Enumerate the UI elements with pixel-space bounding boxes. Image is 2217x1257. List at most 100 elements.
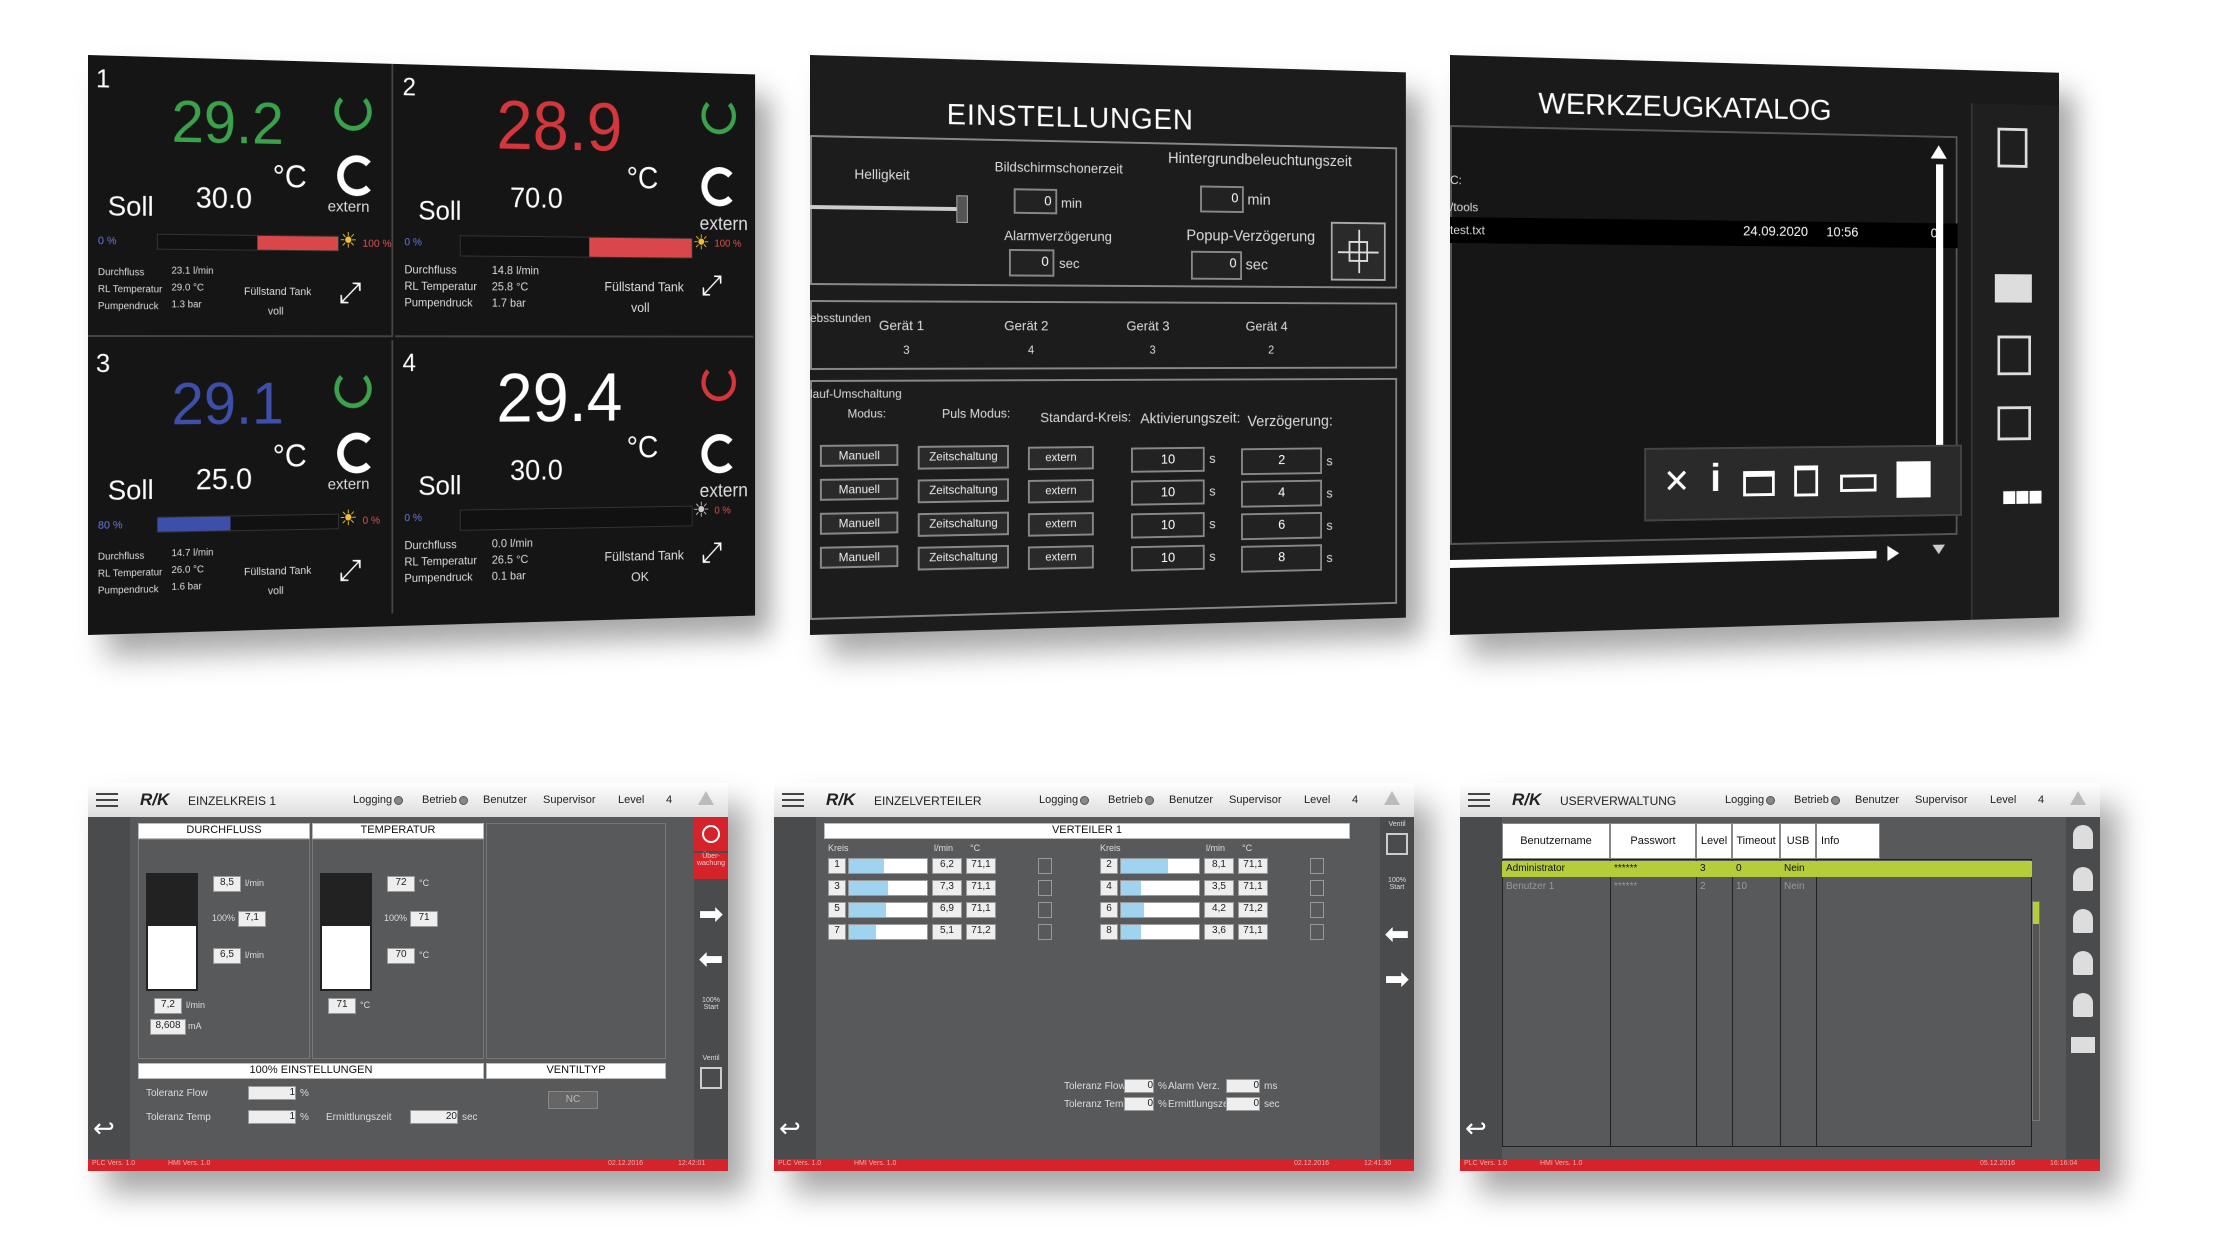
back-arrow-icon[interactable]: ⬅ [694, 942, 728, 977]
back-arrow-icon[interactable]: ↩ [1465, 1113, 1487, 1144]
table-row[interactable] [1502, 861, 2032, 877]
back-arrow-icon[interactable]: ⬅ [1380, 917, 1414, 952]
temp-mid-value[interactable]: 71 [410, 911, 438, 927]
standard-select[interactable]: extern [1027, 545, 1094, 570]
tol-temp-input[interactable]: 1 [248, 1110, 296, 1124]
file-item-selected[interactable] [1450, 217, 1958, 249]
standard-select[interactable]: extern [1027, 446, 1094, 471]
circulation-icon[interactable] [701, 433, 738, 474]
save-icon[interactable] [1896, 461, 1931, 498]
verz-input[interactable]: 4 [1241, 479, 1322, 508]
add-user-icon[interactable] [2073, 825, 2093, 849]
new-folder-icon[interactable] [1743, 470, 1775, 497]
temp-lo-value[interactable]: 70 [387, 948, 415, 964]
bildschirm-input[interactable]: 0 [1013, 188, 1058, 215]
helligkeit-slider-handle[interactable] [956, 195, 968, 223]
power-icon[interactable] [701, 363, 737, 402]
user-lock-icon[interactable] [2073, 951, 2093, 975]
close-icon[interactable]: ✕ [1663, 462, 1690, 501]
valve-icon[interactable] [1310, 924, 1324, 940]
info-icon[interactable]: i [1710, 457, 1720, 501]
expand-icon[interactable]: ⤢ [339, 277, 362, 310]
expand-icon[interactable]: ⤢ [339, 554, 362, 588]
start100-label[interactable]: 100% Start [694, 997, 728, 1011]
valve-icon[interactable] [1038, 902, 1052, 918]
soll-value[interactable]: 70.0 [510, 182, 563, 215]
table-header-cell[interactable]: Info [1816, 823, 1880, 859]
menu-icon[interactable] [1468, 793, 1490, 807]
flow-mid-value[interactable]: 7,1 [238, 911, 266, 927]
alarm-input[interactable]: 0 [1008, 248, 1055, 277]
puls-select[interactable]: Zeitschaltung [917, 478, 1009, 504]
user-scrollbar[interactable] [2032, 901, 2040, 1121]
aktiv-input[interactable]: 10 [1131, 479, 1205, 506]
popup-input[interactable]: 0 [1190, 250, 1242, 280]
power-icon[interactable] [334, 369, 372, 409]
aktiv-input[interactable]: 10 [1131, 544, 1205, 572]
expand-icon[interactable]: ⤢ [701, 537, 722, 569]
menu-icon[interactable] [96, 793, 118, 807]
puls-select[interactable]: Zeitschaltung [917, 444, 1009, 470]
power-button[interactable] [694, 817, 728, 851]
file-item-tools[interactable]: /tools [1450, 200, 1478, 214]
quad-tile[interactable]: 4 29.4 °C Soll 30.0 extern 0 % ☀ 0 % Durchfluss 0.… [395, 340, 753, 613]
scroll-up-arrow-icon[interactable] [1930, 145, 1947, 159]
power-icon[interactable] [334, 91, 372, 132]
menu-icon[interactable] [782, 793, 804, 807]
valve-icon[interactable] [700, 1067, 722, 1089]
trash-icon[interactable] [1794, 465, 1819, 497]
verz-input[interactable]: 8 [1241, 544, 1322, 573]
valve-icon[interactable] [1310, 858, 1324, 874]
tol-temp-input[interactable]: 0 [1124, 1097, 1154, 1111]
back-arrow-icon[interactable]: ↩ [93, 1113, 115, 1144]
quad-tile[interactable]: 2 28.9 °C Soll 70.0 extern 0 % ☀ 100 % Durchfluss… [395, 63, 754, 338]
tol-flow-input[interactable]: 1 [248, 1086, 296, 1100]
table-header-cell[interactable]: Benutzername [1502, 823, 1610, 859]
quad-tile[interactable]: 1 29.2 °C Soll 30.0 extern 0 % ☀ 100 % Durchfluss… [88, 55, 394, 338]
valve-icon[interactable] [1038, 924, 1052, 940]
valve-icon[interactable] [1310, 880, 1324, 896]
tol-flow-input[interactable]: 0 [1124, 1079, 1154, 1093]
user-icon[interactable] [2073, 909, 2093, 933]
usb-icon[interactable] [2071, 1037, 2095, 1053]
circulation-icon[interactable] [337, 432, 377, 474]
flow-hi-value[interactable]: 8,5 [213, 876, 241, 892]
aktiv-input[interactable]: 10 [1131, 512, 1205, 539]
drive-icon[interactable] [1994, 274, 2032, 303]
valve-icon[interactable] [1310, 902, 1324, 918]
circulation-icon[interactable] [337, 154, 377, 197]
warning-icon[interactable] [698, 791, 714, 805]
modus-select[interactable]: Manuell [819, 511, 899, 535]
power-icon[interactable] [701, 96, 737, 135]
scroll-right-arrow-icon[interactable] [1887, 545, 1900, 562]
calibrate-button[interactable] [1330, 221, 1386, 281]
table-header-cell[interactable]: Timeout [1732, 823, 1780, 859]
edit-disk-icon[interactable] [1997, 335, 2031, 376]
modus-select[interactable]: Manuell [819, 444, 899, 467]
valve-icon[interactable] [1386, 833, 1408, 855]
warning-icon[interactable] [2070, 791, 2086, 805]
scroll-down-arrow-icon[interactable] [1932, 544, 1945, 555]
table-header-cell[interactable]: Level [1696, 823, 1732, 859]
horizontal-scrollbar[interactable] [1450, 550, 1877, 568]
ermitt-input[interactable]: 20 [410, 1110, 458, 1124]
quad-tile[interactable]: 3 29.1 °C Soll 25.0 extern 80 % ☀ 0 % Durchfluss 1… [88, 340, 394, 622]
edit-user-icon[interactable] [2073, 867, 2093, 891]
forward-arrow-icon[interactable]: ➡ [1380, 962, 1414, 997]
flow-lo-value[interactable]: 6,5 [213, 948, 241, 964]
valve-icon[interactable] [1038, 858, 1052, 874]
verz-input[interactable]: 6 [1241, 511, 1322, 541]
table-row[interactable] [1502, 879, 2032, 895]
alarm-input[interactable]: 0 [1226, 1079, 1260, 1093]
table-header-cell[interactable]: Passwort [1610, 823, 1696, 859]
valve-icon[interactable] [1038, 880, 1052, 896]
ermitt-input[interactable]: 0 [1226, 1097, 1260, 1111]
back-arrow-icon[interactable]: ↩ [779, 1113, 801, 1144]
document-icon[interactable] [1997, 127, 2028, 168]
puls-select[interactable]: Zeitschaltung [917, 511, 1009, 537]
aktiv-input[interactable]: 10 [1131, 446, 1205, 473]
rename-icon[interactable] [1840, 474, 1877, 493]
soll-value[interactable]: 30.0 [510, 455, 563, 488]
puls-select[interactable]: Zeitschaltung [917, 544, 1009, 571]
export-icon[interactable] [1997, 406, 2031, 441]
